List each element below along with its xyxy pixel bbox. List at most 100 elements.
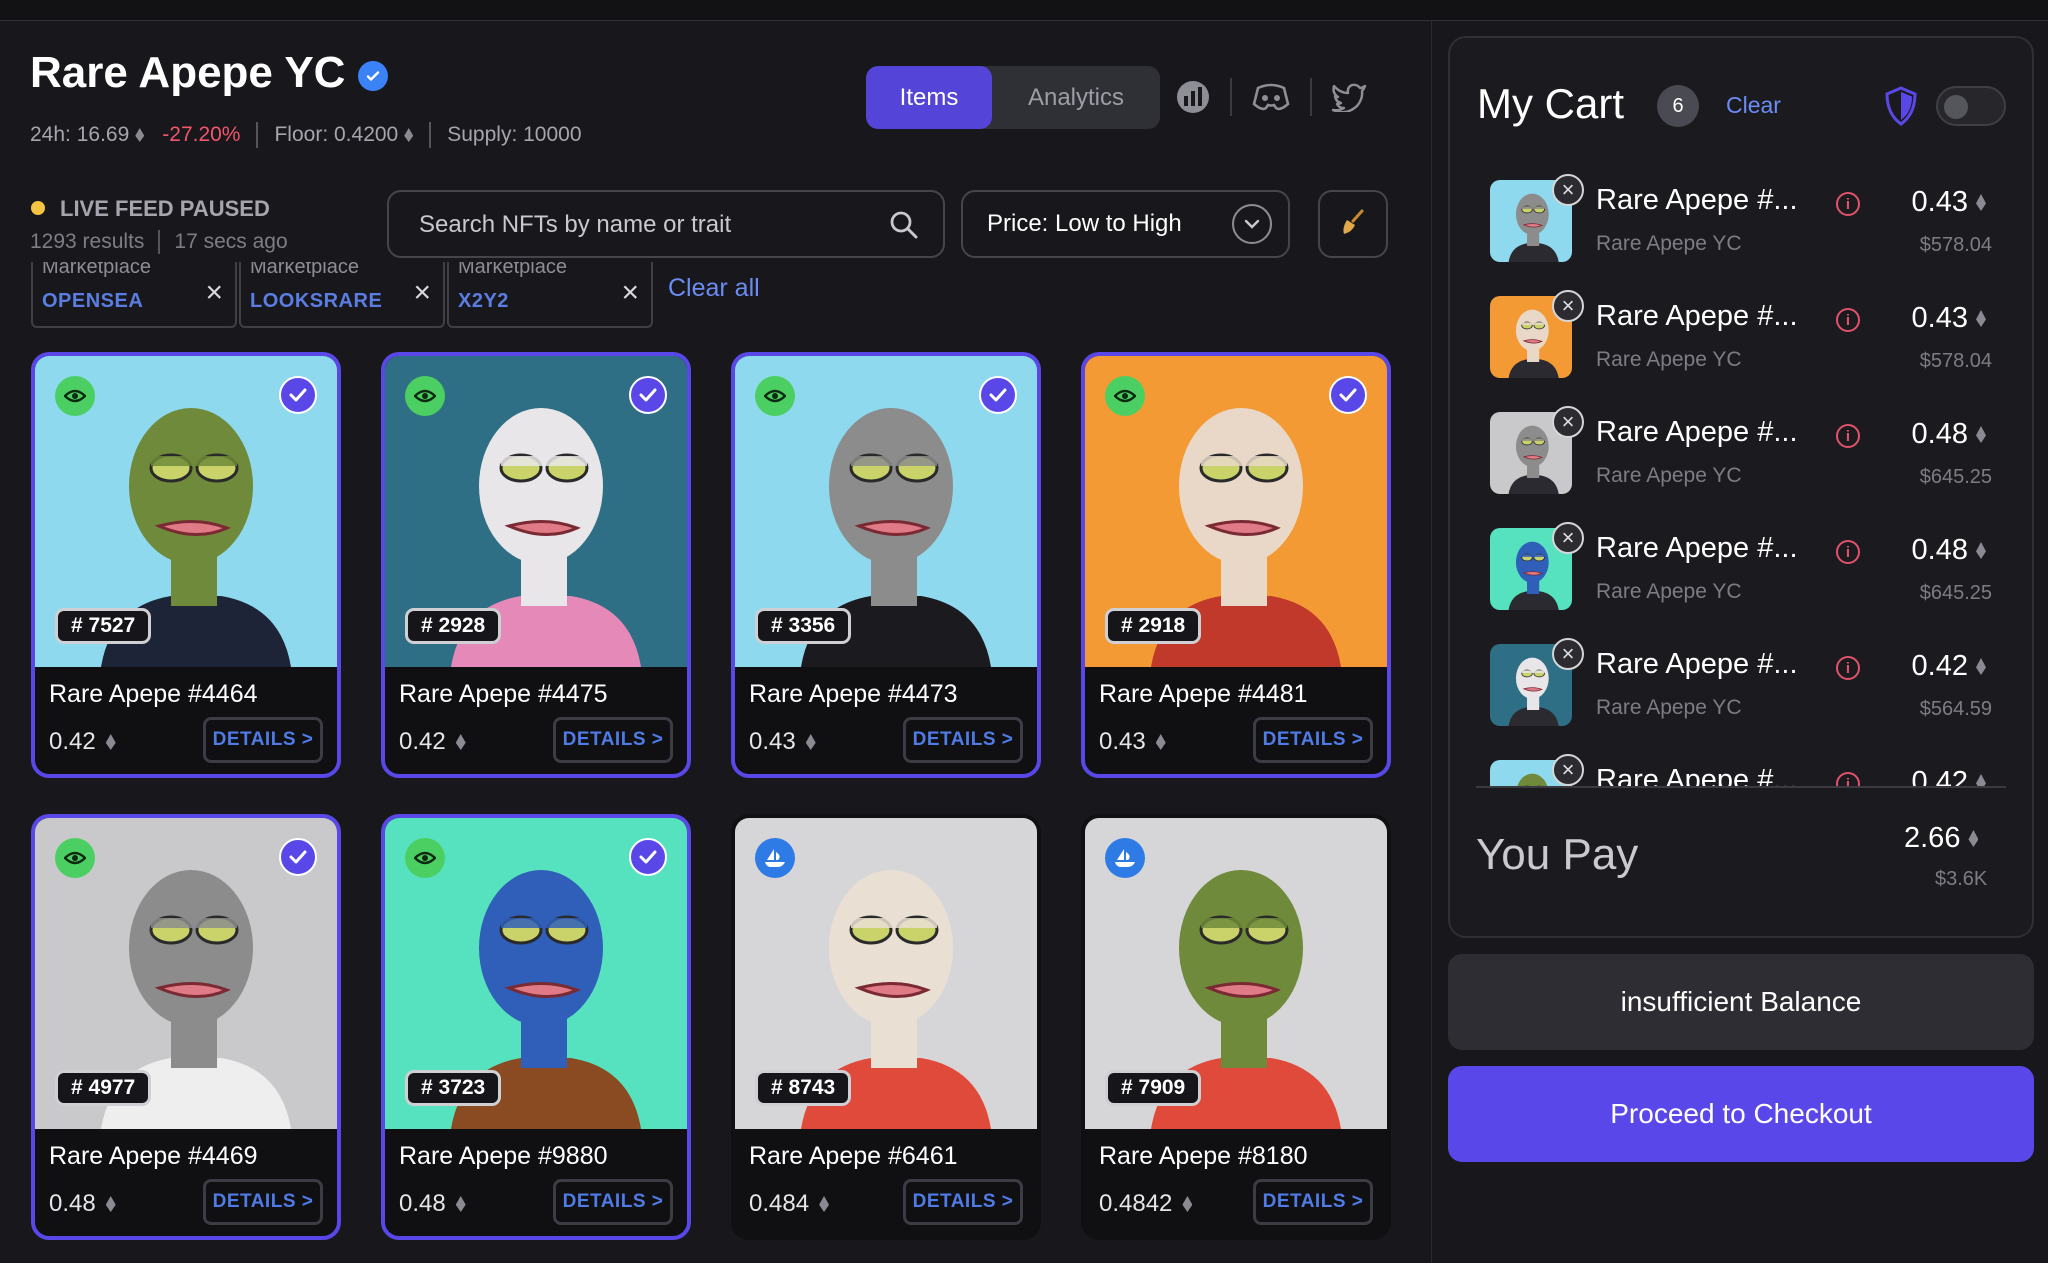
eth-icon bbox=[1976, 194, 1986, 211]
info-icon[interactable]: i bbox=[1836, 540, 1860, 564]
tab-analytics[interactable]: Analytics bbox=[992, 66, 1160, 129]
price-value: 0.48 bbox=[1911, 418, 1968, 450]
nft-name: Rare Apepe #9880 bbox=[399, 1142, 608, 1170]
nft-name: Rare Apepe #4469 bbox=[49, 1142, 258, 1170]
remove-item-icon[interactable]: × bbox=[1552, 638, 1584, 670]
insufficient-balance-button[interactable]: insufficient Balance bbox=[1448, 954, 2034, 1050]
eye-icon bbox=[755, 376, 795, 416]
details-button[interactable]: DETAILS > bbox=[553, 1179, 673, 1225]
filter-key: Marketplace bbox=[250, 262, 359, 278]
checkout-button[interactable]: Proceed to Checkout bbox=[1448, 1066, 2034, 1162]
nft-card[interactable]: # 8743 Rare Apepe #6461 0.484 DETAILS > bbox=[731, 814, 1041, 1240]
nft-card[interactable]: # 2928 Rare Apepe #4475 0.42 DETAILS > bbox=[381, 352, 691, 778]
broom-icon bbox=[1338, 207, 1368, 242]
selected-check-icon[interactable] bbox=[1329, 376, 1367, 414]
close-icon[interactable]: × bbox=[413, 278, 431, 308]
remove-item-icon[interactable]: × bbox=[1552, 174, 1584, 206]
details-button[interactable]: DETAILS > bbox=[1253, 1179, 1373, 1225]
total-price: 2.66 bbox=[1904, 822, 1961, 854]
nft-card[interactable]: # 4977 Rare Apepe #4469 0.48 DETAILS > bbox=[31, 814, 341, 1240]
cart-item-price: 0.48 bbox=[1912, 418, 1986, 451]
cart-item: × Rare Apepe #... Rare Apepe YC i 0.48 $… bbox=[1476, 398, 2006, 494]
eth-icon bbox=[105, 734, 116, 750]
list-divider bbox=[1476, 786, 2006, 788]
cart-item-collection: Rare Apepe YC bbox=[1596, 348, 1742, 371]
price-value: 0.42 bbox=[1911, 650, 1968, 682]
nft-price: 0.42 bbox=[399, 728, 466, 756]
cart-item: × Rare Apepe #... Rare Apepe YC i 0.43 $… bbox=[1476, 282, 2006, 378]
nft-card[interactable]: # 7909 Rare Apepe #8180 0.4842 DETAILS > bbox=[1081, 814, 1391, 1240]
price-change: -27.20% bbox=[162, 123, 241, 146]
panel-divider bbox=[1431, 20, 1432, 1263]
nft-rank-tag: # 2928 bbox=[405, 608, 502, 644]
remove-item-icon[interactable]: × bbox=[1552, 754, 1584, 786]
live-feed-status[interactable]: LIVE FEED PAUSED bbox=[60, 196, 270, 222]
search-input[interactable] bbox=[417, 204, 881, 246]
price-value: 0.42 bbox=[399, 728, 446, 755]
details-button[interactable]: DETAILS > bbox=[553, 717, 673, 763]
sweep-button[interactable] bbox=[1318, 190, 1388, 258]
twitter-icon[interactable] bbox=[1330, 78, 1368, 116]
divider bbox=[1230, 78, 1232, 116]
info-icon[interactable]: i bbox=[1836, 424, 1860, 448]
cart-item: × Rare Apepe #... Rare Apepe YC i 0.42 $… bbox=[1476, 630, 2006, 726]
remove-item-icon[interactable]: × bbox=[1552, 406, 1584, 438]
sort-dropdown[interactable]: Price: Low to High bbox=[961, 190, 1290, 258]
details-button[interactable]: DETAILS > bbox=[203, 1179, 323, 1225]
nft-rank-tag: # 4977 bbox=[55, 1070, 152, 1106]
selected-check-icon[interactable] bbox=[279, 376, 317, 414]
eth-icon bbox=[1976, 658, 1986, 675]
remove-item-icon[interactable]: × bbox=[1552, 290, 1584, 322]
close-icon[interactable]: × bbox=[621, 278, 639, 308]
cart-clear-button[interactable]: Clear bbox=[1726, 92, 1781, 119]
details-button[interactable]: DETAILS > bbox=[903, 1179, 1023, 1225]
cart-title: My Cart bbox=[1477, 80, 1624, 127]
cart-item-name: Rare Apepe #... bbox=[1596, 416, 1798, 448]
top-bar bbox=[0, 0, 2048, 21]
cart-toggle[interactable] bbox=[1936, 86, 2006, 126]
nft-card[interactable]: # 2918 Rare Apepe #4481 0.43 DETAILS > bbox=[1081, 352, 1391, 778]
eth-icon bbox=[1976, 426, 1986, 443]
filter-value: LOOKSRARE bbox=[250, 290, 383, 312]
selected-check-icon[interactable] bbox=[629, 838, 667, 876]
cart-item-price: 0.43 bbox=[1912, 302, 1986, 335]
nft-price: 0.484 bbox=[749, 1190, 830, 1218]
search-icon[interactable] bbox=[889, 210, 919, 245]
selected-check-icon[interactable] bbox=[279, 838, 317, 876]
toggle-knob bbox=[1944, 95, 1968, 119]
nft-card[interactable]: # 3356 Rare Apepe #4473 0.43 DETAILS > bbox=[731, 352, 1041, 778]
filter-chip: Marketplace LOOKSRARE × bbox=[239, 262, 445, 328]
selected-check-icon[interactable] bbox=[979, 376, 1017, 414]
price-value: 0.4842 bbox=[1099, 1190, 1173, 1217]
discord-icon[interactable] bbox=[1252, 78, 1290, 116]
info-icon[interactable]: i bbox=[1836, 308, 1860, 332]
nft-card[interactable]: # 3723 Rare Apepe #9880 0.48 DETAILS > bbox=[381, 814, 691, 1240]
filter-key: Marketplace bbox=[42, 262, 151, 278]
nft-rank-tag: # 3723 bbox=[405, 1070, 502, 1106]
cart-item-name: Rare Apepe #... bbox=[1596, 648, 1798, 680]
chart-icon[interactable] bbox=[1174, 78, 1212, 116]
nft-price: 0.43 bbox=[1099, 728, 1166, 756]
nft-card[interactable]: # 7527 Rare Apepe #4464 0.42 DETAILS > bbox=[31, 352, 341, 778]
details-button[interactable]: DETAILS > bbox=[903, 717, 1023, 763]
eth-icon bbox=[404, 128, 414, 142]
remove-item-icon[interactable]: × bbox=[1552, 522, 1584, 554]
details-button[interactable]: DETAILS > bbox=[203, 717, 323, 763]
divider bbox=[158, 230, 161, 254]
close-icon[interactable]: × bbox=[205, 278, 223, 308]
cart-item-usd: $578.04 bbox=[1919, 234, 1992, 256]
results-info: 1293 results 17 secs ago bbox=[30, 230, 288, 254]
cart-item-price: 0.43 bbox=[1912, 186, 1986, 219]
cart-item-collection: Rare Apepe YC bbox=[1596, 232, 1742, 255]
eth-icon bbox=[1976, 542, 1986, 559]
selected-check-icon[interactable] bbox=[629, 376, 667, 414]
info-icon[interactable]: i bbox=[1836, 656, 1860, 680]
details-button[interactable]: DETAILS > bbox=[1253, 717, 1373, 763]
eth-icon bbox=[455, 1196, 466, 1212]
tab-items[interactable]: Items bbox=[866, 66, 992, 129]
eye-icon bbox=[405, 838, 445, 878]
clear-all-filters[interactable]: Clear all bbox=[668, 274, 760, 303]
supply-stat: Supply: 10000 bbox=[447, 123, 582, 146]
info-icon[interactable]: i bbox=[1836, 192, 1860, 216]
divider bbox=[1310, 78, 1312, 116]
